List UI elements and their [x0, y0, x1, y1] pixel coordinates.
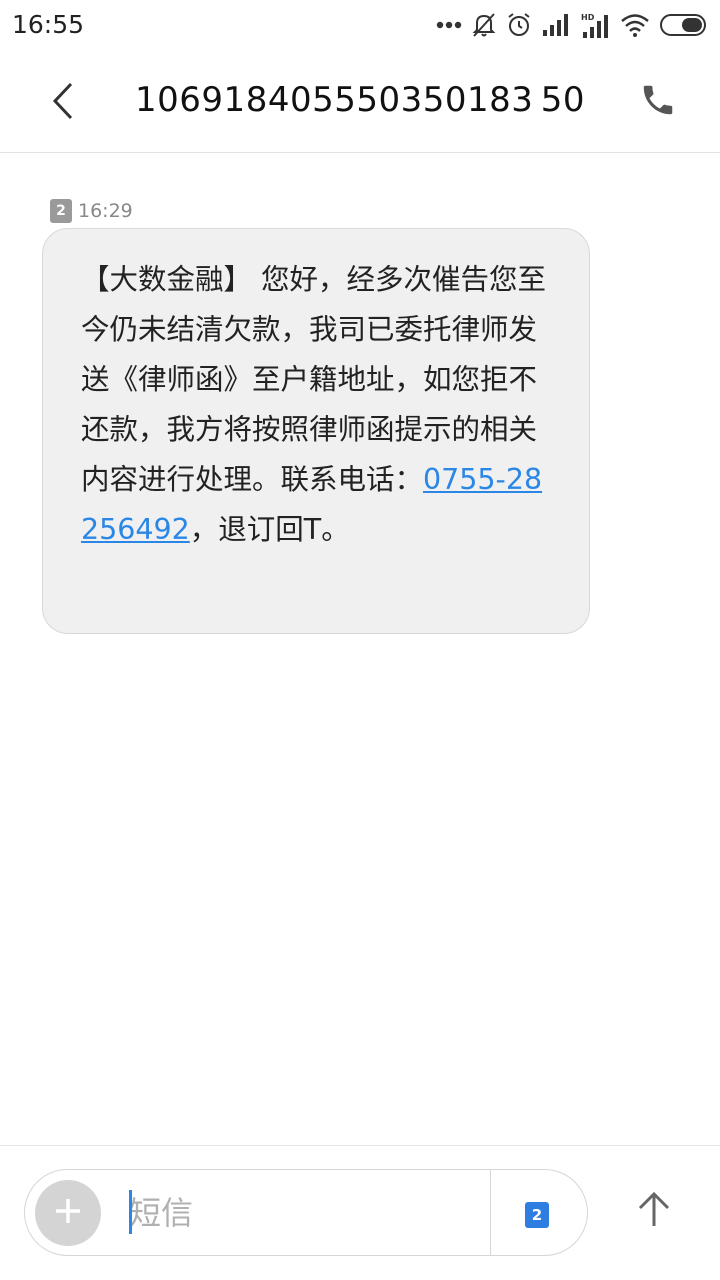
message-input[interactable] [129, 1186, 479, 1240]
message-meta: 2 16:29 [50, 199, 133, 223]
back-button[interactable] [40, 80, 86, 126]
mute-bell-icon [472, 12, 496, 38]
battery-icon [660, 14, 708, 36]
message-text: 【大数金融】 您好，经多次催告您至今仍未结清欠款，我司已委托律师发送《律师函》至… [81, 255, 557, 555]
message-bubble[interactable]: 【大数金融】 您好，经多次催告您至今仍未结清欠款，我司已委托律师发送《律师函》至… [42, 228, 590, 634]
hd-signal-icon: HD [580, 12, 610, 38]
message-text-tail: ，退订回T。 [189, 513, 350, 546]
wifi-icon [620, 13, 650, 37]
status-time: 16:55 [12, 10, 85, 39]
composer-divider [0, 1145, 720, 1146]
status-bar: 16:55 HD [0, 0, 720, 52]
send-button[interactable] [628, 1185, 680, 1237]
phone-icon [639, 81, 677, 123]
contact-number-title: 106918405550350183 50 [135, 80, 585, 120]
composer-separator [490, 1170, 491, 1255]
signal-icon [542, 14, 570, 36]
sim-badge: 2 [50, 199, 72, 223]
add-attachment-button[interactable] [35, 1180, 101, 1246]
more-dots-icon [436, 21, 462, 29]
call-button[interactable] [634, 78, 682, 126]
svg-text:HD: HD [581, 13, 595, 22]
status-icons: HD [436, 10, 708, 40]
arrow-up-icon [637, 1190, 671, 1232]
conversation-header: 106918405550350183 50 [0, 52, 720, 153]
plus-icon [53, 1196, 83, 1230]
chevron-left-icon [51, 82, 75, 124]
sim-select-button[interactable]: 2 [525, 1202, 549, 1228]
text-cursor [129, 1190, 132, 1234]
composer: 2 [24, 1169, 588, 1256]
message-text-body: 【大数金融】 您好，经多次催告您至今仍未结清欠款，我司已委托律师发送《律师函》至… [81, 263, 547, 496]
alarm-icon [506, 12, 532, 38]
message-time: 16:29 [78, 200, 133, 222]
